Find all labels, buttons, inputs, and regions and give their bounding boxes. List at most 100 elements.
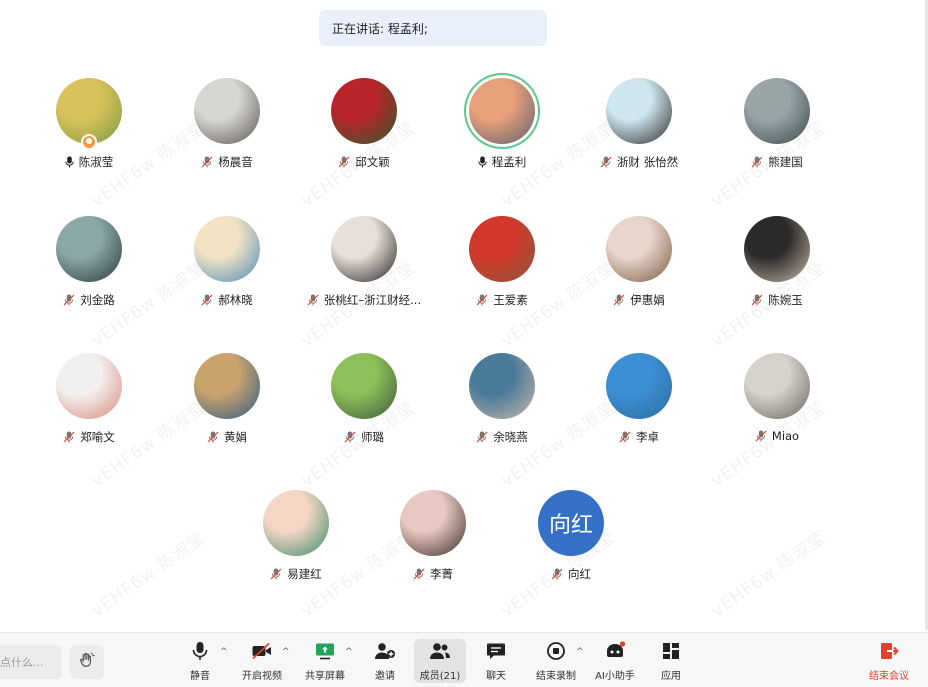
- participant-tile[interactable]: 余晓燕: [432, 341, 572, 451]
- active-speaker-text: 正在讲话: 程孟利;: [332, 21, 428, 36]
- participant-name: 王爱素: [493, 293, 528, 307]
- participant-name-row: 余晓燕: [432, 429, 572, 445]
- participant-tile[interactable]: 伊惠娟: [569, 204, 709, 314]
- participant-tile[interactable]: 黄娟: [157, 341, 297, 451]
- participant-name: 浙财 张怡然: [616, 155, 679, 169]
- mic-muted-icon: [551, 568, 563, 580]
- raise-hand-button[interactable]: [70, 645, 104, 679]
- participant-avatar: [469, 78, 535, 144]
- participant-avatar: [469, 353, 535, 419]
- participant-tile[interactable]: 郝林晓: [157, 204, 297, 314]
- participant-tile[interactable]: 浙财 张怡然: [569, 66, 709, 176]
- participant-name: 刘金路: [80, 293, 115, 307]
- chevron-up-icon[interactable]: ^: [220, 647, 228, 657]
- participant-name-row: 师璐: [294, 429, 434, 445]
- share-screen-button[interactable]: 共享屏幕: [299, 639, 351, 683]
- mic-muted-icon: [270, 568, 282, 580]
- ai-assistant-button[interactable]: AI小助手: [589, 639, 641, 683]
- participant-tile[interactable]: 易建红: [226, 478, 366, 588]
- toolbar-label: 成员(21): [419, 671, 461, 682]
- end-meeting-button[interactable]: 结束会议: [863, 639, 915, 683]
- members-button[interactable]: 成员(21): [414, 639, 466, 683]
- mic-muted-icon: [63, 294, 75, 306]
- avatar-initials: 向红: [548, 513, 593, 538]
- chat-button[interactable]: 聊天: [470, 639, 522, 683]
- participant-avatar: [744, 353, 810, 419]
- participant-tile[interactable]: 向红 向红: [501, 478, 641, 588]
- participant-avatar: [56, 216, 122, 282]
- participant-tile[interactable]: 杨晨音: [157, 66, 297, 176]
- participant-avatar: [469, 216, 535, 282]
- participant-tile[interactable]: 郑喻文: [19, 341, 159, 451]
- start-video-button[interactable]: 开启视频: [236, 639, 288, 683]
- record-stop-icon: [546, 639, 566, 663]
- toolbar-label: 共享屏幕: [305, 671, 345, 682]
- mic-muted-icon: [613, 294, 625, 306]
- participant-avatar: [331, 216, 397, 282]
- participant-name-row: 郑喻文: [19, 429, 159, 445]
- participant-tile[interactable]: 张桃红–浙江财经...: [294, 204, 434, 314]
- microphone-icon: [191, 639, 209, 663]
- mic-muted-icon: [338, 156, 350, 168]
- participant-avatar: [331, 78, 397, 144]
- apps-icon: [662, 639, 680, 663]
- participant-name-row: 易建红: [226, 566, 366, 582]
- participant-name: 向红: [568, 567, 591, 581]
- apps-button[interactable]: 应用: [645, 639, 697, 683]
- participant-tile[interactable]: 程孟利: [432, 66, 572, 176]
- participant-name-row: 郝林晓: [157, 292, 297, 308]
- participant-tile[interactable]: 陈婉玉: [707, 204, 847, 314]
- mic-muted-icon: [619, 431, 631, 443]
- participant-name: 师璐: [361, 430, 384, 444]
- participant-name-row: 伊惠娟: [569, 292, 709, 308]
- meeting-toolbar: 点什么... 静音 ^ 开启视频 ^ 共享屏幕 ^ 邀请 成员(21) 聊天 结束录制 ^ AI小助手…: [0, 632, 928, 687]
- share-screen-icon: [315, 639, 335, 663]
- participant-avatar: [606, 353, 672, 419]
- participant-name: 李卓: [636, 430, 659, 444]
- participant-name: 张桃红–浙江财经...: [323, 293, 422, 307]
- toolbar-label: 静音: [190, 671, 210, 682]
- participant-tile[interactable]: 师璐: [294, 341, 434, 451]
- participant-name: 杨晨音: [218, 155, 253, 169]
- toolbar-label: AI小助手: [595, 671, 635, 682]
- participant-avatar: [606, 216, 672, 282]
- mic-muted-icon: [201, 294, 213, 306]
- participant-tile[interactable]: 邱文颖: [294, 66, 434, 176]
- participant-tile[interactable]: 王爱素: [432, 204, 572, 314]
- chevron-up-icon[interactable]: ^: [345, 647, 353, 657]
- participant-tile[interactable]: 熊建国: [707, 66, 847, 176]
- comment-input[interactable]: 点什么...: [0, 645, 62, 679]
- active-speaker-banner: 正在讲话: 程孟利;: [319, 10, 547, 46]
- invite-button[interactable]: 邀请: [359, 639, 411, 683]
- participant-name-row: 黄娟: [157, 429, 297, 445]
- participant-tile[interactable]: 刘金路: [19, 204, 159, 314]
- participant-tile[interactable]: 李卓: [569, 341, 709, 451]
- mic-muted-icon: [751, 294, 763, 306]
- stop-recording-button[interactable]: 结束录制: [530, 639, 582, 683]
- participant-name: 易建红: [287, 567, 322, 581]
- mic-muted-icon: [476, 431, 488, 443]
- participant-name-row: 李菁: [363, 566, 503, 582]
- participant-tile[interactable]: 陈淑莹: [19, 66, 159, 176]
- participant-name-row: 陈婉玉: [707, 292, 847, 308]
- participant-name: 郑喻文: [80, 430, 115, 444]
- mic-muted-icon: [344, 431, 356, 443]
- leave-meeting-icon: [879, 639, 899, 663]
- participant-avatar: [744, 78, 810, 144]
- chevron-up-icon[interactable]: ^: [576, 647, 584, 657]
- mute-button[interactable]: 静音: [174, 639, 226, 683]
- participant-avatar: [194, 216, 260, 282]
- participant-avatar: [400, 490, 466, 556]
- participant-name: 余晓燕: [493, 430, 528, 444]
- toolbar-label: 开启视频: [242, 671, 282, 682]
- watermark-text: vEHF6w 陈淑莹: [87, 527, 210, 622]
- participant-name-row: Miao: [707, 429, 847, 443]
- participant-tile[interactable]: Miao: [707, 341, 847, 451]
- chevron-up-icon[interactable]: ^: [282, 647, 290, 657]
- participant-avatar: [263, 490, 329, 556]
- participant-name-row: 杨晨音: [157, 154, 297, 170]
- participant-avatar: [606, 78, 672, 144]
- participant-avatar: [331, 353, 397, 419]
- invite-user-icon: [374, 639, 396, 663]
- participant-tile[interactable]: 李菁: [363, 478, 503, 588]
